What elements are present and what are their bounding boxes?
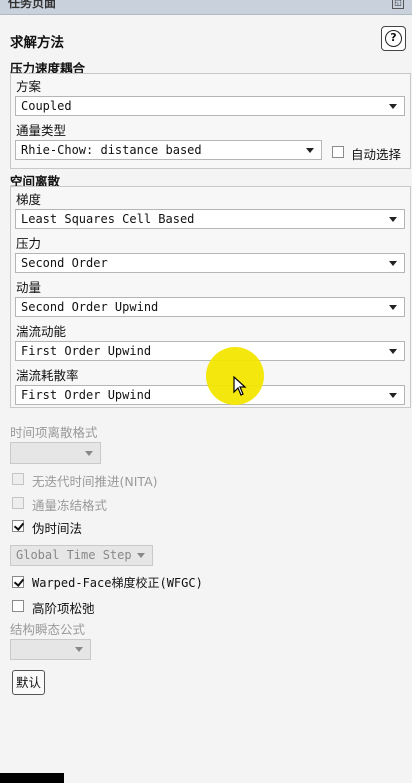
flux-type-value: Rhie-Chow: distance based [21,143,202,157]
chevron-down-icon [389,393,397,398]
chevron-down-icon [85,451,93,456]
nita-label: 无迭代时间推进(NITA) [32,474,158,489]
chevron-down-icon [306,148,314,153]
tke-label: 湍流动能 [16,324,67,339]
pressure-value: Second Order [21,256,108,270]
window-title-bar: 任务页面 ◱ [0,0,412,15]
chevron-down-icon [389,261,397,266]
frozen-flux-label: 通量冻结格式 [32,498,108,513]
pressure-label: 压力 [16,236,42,251]
high-order-relaxation-label: 高阶项松弛 [32,601,95,616]
taskbar-fragment [0,773,64,783]
structure-transient-dropdown[interactable] [10,639,91,660]
pseudo-time-label: 伪时间法 [32,521,83,536]
auto-select-label: 自动选择 [351,147,402,162]
pressure-dropdown[interactable]: Second Order [15,253,405,273]
scheme-value: Coupled [21,99,72,113]
chevron-down-icon [75,647,83,652]
gradient-label: 梯度 [16,192,42,207]
mouse-pointer-icon [233,376,247,396]
nita-checkbox[interactable] [12,473,24,485]
flux-type-label: 通量类型 [16,123,67,138]
gradient-dropdown[interactable]: Least Squares Cell Based [15,209,405,229]
restore-icon[interactable]: ◱ [392,0,404,9]
pseudo-time-method-value: Global Time Step [16,548,132,562]
dissipation-rate-value: First Order Upwind [21,388,152,402]
wfgc-checkbox[interactable] [12,576,24,588]
panel-title: 求解方法 [10,35,64,51]
momentum-dropdown[interactable]: Second Order Upwind [15,297,405,317]
momentum-label: 动量 [16,280,42,295]
help-button[interactable]: ? [381,26,406,51]
tke-dropdown[interactable]: First Order Upwind [15,341,405,361]
wfgc-label: Warped-Face梯度校正(WFGC) [32,576,203,590]
chevron-down-icon [389,217,397,222]
momentum-value: Second Order Upwind [21,300,159,314]
frozen-flux-checkbox[interactable] [12,497,24,509]
chevron-down-icon [389,305,397,310]
question-icon: ? [385,30,402,47]
pseudo-time-method-dropdown[interactable]: Global Time Step [10,545,153,566]
dissipation-rate-label: 湍流耗散率 [16,368,79,383]
flux-type-dropdown[interactable]: Rhie-Chow: distance based [15,140,322,160]
scheme-dropdown[interactable]: Coupled [15,96,405,116]
transient-formulation-label: 时间项离散格式 [10,425,98,440]
high-order-relaxation-checkbox[interactable] [12,600,24,612]
window-title: 任务页面 [8,0,57,10]
chevron-down-icon [137,553,145,558]
scheme-label: 方案 [16,79,42,94]
tke-value: First Order Upwind [21,344,152,358]
default-button[interactable]: 默认 [12,670,45,695]
transient-formulation-dropdown[interactable] [10,442,101,464]
auto-select-checkbox[interactable] [332,146,344,158]
chevron-down-icon [389,104,397,109]
structure-transient-label: 结构瞬态公式 [10,622,86,637]
gradient-value: Least Squares Cell Based [21,212,195,226]
chevron-down-icon [389,349,397,354]
pseudo-time-checkbox[interactable] [12,520,24,532]
